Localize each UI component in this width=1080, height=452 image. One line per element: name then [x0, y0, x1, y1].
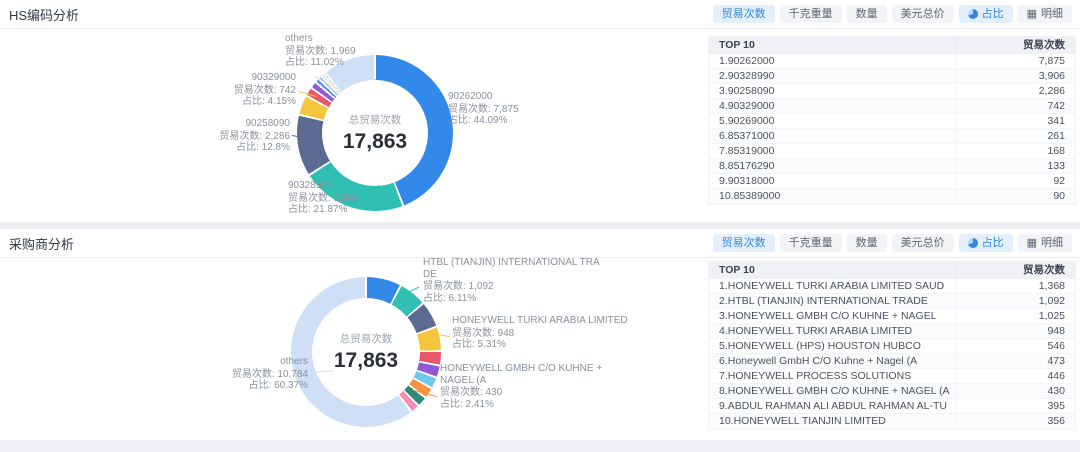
- chart-label-others: others 贸易次数: 1,969 占比: 11.02%: [285, 33, 375, 69]
- table-row: 8.HONEYWELL GMBH C/O KUHNE + NAGEL (A430: [709, 384, 1075, 399]
- table-row: 5.HONEYWELL (HPS) HOUSTON HUBCO546: [709, 339, 1075, 354]
- view-pie-button[interactable]: 占比: [959, 234, 1013, 252]
- table-row: 4.90329000742: [709, 99, 1075, 114]
- chart-label-90262000: 90262000 贸易次数: 7,875 占比: 44.09%: [448, 91, 548, 127]
- donut-hole: [322, 80, 428, 186]
- table-row: 9.9031800092: [709, 174, 1075, 189]
- table-row: 7.85319000168: [709, 144, 1075, 159]
- page-title: HS编码分析: [9, 5, 79, 24]
- table-row: 10.HONEYWELL TIANJIN LIMITED356: [709, 414, 1075, 429]
- panel-buyer-analysis: 采购商分析 贸易次数 千克重量 数量 美元总价 占比 ▦ 明细 总贸易次数 17…: [0, 229, 1080, 440]
- table-row: 5.90269000341: [709, 114, 1075, 129]
- chart-label-others: others 贸易次数: 10,784 占比: 60.37%: [212, 356, 308, 392]
- bottom-divider: [0, 440, 1080, 452]
- chart-label-htbl-tianjin: HTBL (TIANJIN) INTERNATIONAL TRADE 贸易次数:…: [423, 257, 603, 304]
- panel1-header: HS编码分析 贸易次数 千克重量 数量 美元总价 占比 ▦ 明细: [0, 0, 1080, 29]
- table-header: TOP 10 贸易次数: [709, 262, 1075, 279]
- top10-table-hs-codes: TOP 10 贸易次数 1.902620007,875 2.903289903,…: [708, 36, 1076, 205]
- panel-hs-code-analysis: HS编码分析 贸易次数 千克重量 数量 美元总价 占比 ▦ 明细 总贸易次数 1…: [0, 0, 1080, 222]
- view-pie-button[interactable]: 占比: [959, 5, 1013, 23]
- metric-kg-weight-button[interactable]: 千克重量: [780, 5, 842, 23]
- panel1-toolbar: 贸易次数 千克重量 数量 美元总价 占比 ▦ 明细: [713, 5, 1072, 23]
- top10-table-buyers: TOP 10 贸易次数 1.HONEYWELL TURKI ARABIA LIM…: [708, 261, 1076, 430]
- metric-quantity-button[interactable]: 数量: [847, 234, 887, 252]
- table-row: 3.902580902,286: [709, 84, 1075, 99]
- pie-chart-icon: [968, 9, 978, 19]
- table-row: 1.902620007,875: [709, 54, 1075, 69]
- metric-quantity-button[interactable]: 数量: [847, 5, 887, 23]
- metric-trade-count-button[interactable]: 贸易次数: [713, 234, 775, 252]
- view-detail-label: 明细: [1041, 6, 1063, 23]
- view-detail-button[interactable]: ▦ 明细: [1018, 5, 1072, 23]
- table-grid-icon: ▦: [1027, 238, 1037, 248]
- donut-hole: [312, 298, 420, 406]
- chart-label-90329000: 90329000 贸易次数: 742 占比: 4.15%: [206, 72, 296, 108]
- chart-label-90258090: 90258090 贸易次数: 2,286 占比: 12.8%: [196, 118, 290, 154]
- table-row: 8.85176290133: [709, 159, 1075, 174]
- chart-label-honeywell-turki: HONEYWELL TURKI ARABIA LIMITED 贸易次数: 948…: [452, 315, 642, 351]
- metric-usd-total-button[interactable]: 美元总价: [892, 234, 954, 252]
- view-pie-label: 占比: [982, 6, 1004, 23]
- panel-divider: [0, 222, 1080, 229]
- view-pie-label: 占比: [982, 235, 1004, 252]
- table-row: 10.8538900090: [709, 189, 1075, 204]
- metric-kg-weight-button[interactable]: 千克重量: [780, 234, 842, 252]
- table-grid-icon: ▦: [1027, 9, 1037, 19]
- panel2-toolbar: 贸易次数 千克重量 数量 美元总价 占比 ▦ 明细: [713, 234, 1072, 252]
- panel2-header: 采购商分析 贸易次数 千克重量 数量 美元总价 占比 ▦ 明细: [0, 229, 1080, 258]
- table-row: 2.903289903,906: [709, 69, 1075, 84]
- page-title: 采购商分析: [9, 234, 74, 253]
- table-row: 1.HONEYWELL TURKI ARABIA LIMITED SAUD1,3…: [709, 279, 1075, 294]
- table-row: 6.85371000261: [709, 129, 1075, 144]
- table-header: TOP 10 贸易次数: [709, 37, 1075, 54]
- metric-usd-total-button[interactable]: 美元总价: [892, 5, 954, 23]
- table-row: 6.Honeywell GmbH C/O Kuhne + Nagel (A473: [709, 354, 1075, 369]
- pie-chart-icon: [968, 238, 978, 248]
- metric-trade-count-button[interactable]: 贸易次数: [713, 5, 775, 23]
- view-detail-label: 明细: [1041, 235, 1063, 252]
- view-detail-button[interactable]: ▦ 明细: [1018, 234, 1072, 252]
- table-row: 2.HTBL (TIANJIN) INTERNATIONAL TRADE1,09…: [709, 294, 1075, 309]
- table-row: 3.HONEYWELL GMBH C/O KUHNE + NAGEL1,025: [709, 309, 1075, 324]
- table-row: 9.ABDUL RAHMAN ALI ABDUL RAHMAN AL-TU395: [709, 399, 1075, 414]
- buyer-donut-chart[interactable]: 总贸易次数 17,863: [291, 277, 441, 427]
- chart-label-honeywell-gmbh: HONEYWELL GMBH C/O KUHNE + NAGEL (A 贸易次数…: [440, 363, 635, 410]
- table-row: 7.HONEYWELL PROCESS SOLUTIONS446: [709, 369, 1075, 384]
- table-row: 4.HONEYWELL TURKI ARABIA LIMITED948: [709, 324, 1075, 339]
- chart-label-90328990: 90328990 贸易次数: 3,906 占比: 21.87%: [288, 180, 373, 216]
